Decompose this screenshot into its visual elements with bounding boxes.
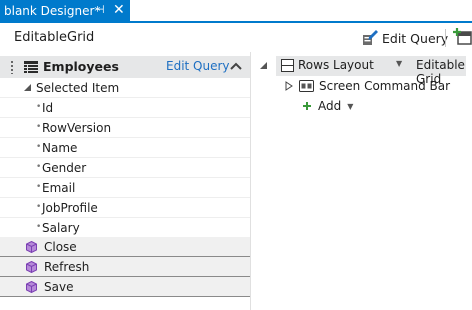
property-item[interactable]: • Id: [0, 98, 250, 118]
bullet-icon: •: [36, 142, 42, 152]
selected-item-node[interactable]: Selected Item: [0, 78, 250, 98]
rows-layout-node[interactable]: Rows Layout ▼ Editable Grid: [276, 56, 466, 86]
add-label: Add: [318, 99, 342, 113]
dropdown-caret-icon[interactable]: ▼: [347, 102, 353, 111]
command-item-save[interactable]: Save: [0, 277, 250, 297]
bullet-icon: •: [36, 182, 42, 192]
document-tab-strip: blank Designer* ⊣ ✕: [0, 0, 472, 23]
designer-tab-title: blank Designer*: [4, 3, 101, 18]
property-item[interactable]: • JobProfile: [0, 198, 250, 218]
designer-tab[interactable]: blank Designer* ⊣ ✕: [0, 0, 130, 21]
bullet-icon: •: [36, 162, 42, 172]
grid-icon: [24, 61, 38, 73]
command-label: Refresh: [44, 260, 90, 274]
property-label: Salary: [42, 221, 80, 235]
cube-icon: [26, 281, 37, 293]
bullet-icon: •: [36, 222, 42, 232]
add-data-item-button[interactable]: [453, 28, 472, 48]
property-label: JobProfile: [42, 201, 98, 215]
command-bar-label: Screen Command Bar: [319, 79, 451, 93]
collection-title: Employees: [43, 59, 119, 74]
collapse-triangle-icon[interactable]: [24, 84, 32, 92]
property-label: Name: [42, 141, 78, 155]
edit-query-label: Edit Query: [382, 30, 449, 46]
collapse-triangle-icon[interactable]: [260, 62, 268, 70]
close-icon[interactable]: ✕: [113, 2, 125, 18]
edit-query-button[interactable]: Edit Query: [362, 28, 448, 48]
dropdown-caret-icon[interactable]: ▼: [396, 59, 402, 68]
add-data-item-icon: [453, 28, 472, 45]
expand-triangle-icon[interactable]: [284, 81, 294, 91]
command-item-close[interactable]: Close: [0, 237, 250, 257]
screen-members-pane: Employees Edit Query Selected Item • Id •…: [0, 52, 251, 310]
property-label: RowVersion: [42, 121, 112, 135]
command-label: Close: [44, 240, 77, 254]
screen-command-bar-node[interactable]: Screen Command Bar: [284, 76, 450, 96]
edit-query-link[interactable]: Edit Query: [166, 59, 230, 73]
property-item[interactable]: • Email: [0, 178, 250, 198]
property-item[interactable]: • RowVersion: [0, 118, 250, 138]
pin-icon[interactable]: ⊣: [95, 3, 105, 16]
property-label: Email: [42, 181, 76, 195]
chevron-up-icon[interactable]: [229, 60, 243, 74]
property-item[interactable]: • Gender: [0, 158, 250, 178]
employees-collection-header[interactable]: Employees Edit Query: [0, 56, 250, 78]
layout-label: Rows Layout: [298, 58, 374, 72]
command-bar-icon: [299, 80, 314, 92]
selected-item-label: Selected Item: [36, 81, 120, 95]
property-label: Gender: [42, 161, 87, 175]
cube-icon: [26, 261, 37, 273]
command-label: Save: [44, 280, 74, 294]
rows-layout-icon: [281, 59, 294, 72]
plus-icon: [303, 102, 311, 110]
command-item-refresh[interactable]: Refresh: [0, 257, 250, 277]
drag-grip-icon[interactable]: [11, 60, 13, 74]
designer-toolbar: EditableGrid Edit Query: [0, 23, 472, 52]
toolbar-separator: [445, 29, 446, 47]
property-label: Id: [42, 101, 54, 115]
bullet-icon: •: [36, 202, 42, 212]
screen-content-tree: Rows Layout ▼ Editable Grid Screen Comma…: [252, 52, 472, 310]
cube-icon: [26, 241, 37, 253]
property-item[interactable]: • Salary: [0, 218, 250, 238]
edit-query-icon: [363, 30, 378, 45]
bullet-icon: •: [36, 102, 42, 112]
add-node[interactable]: Add ▼: [302, 96, 353, 116]
property-item[interactable]: • Name: [0, 138, 250, 158]
screen-name: EditableGrid: [14, 30, 95, 45]
bullet-icon: •: [36, 122, 42, 132]
